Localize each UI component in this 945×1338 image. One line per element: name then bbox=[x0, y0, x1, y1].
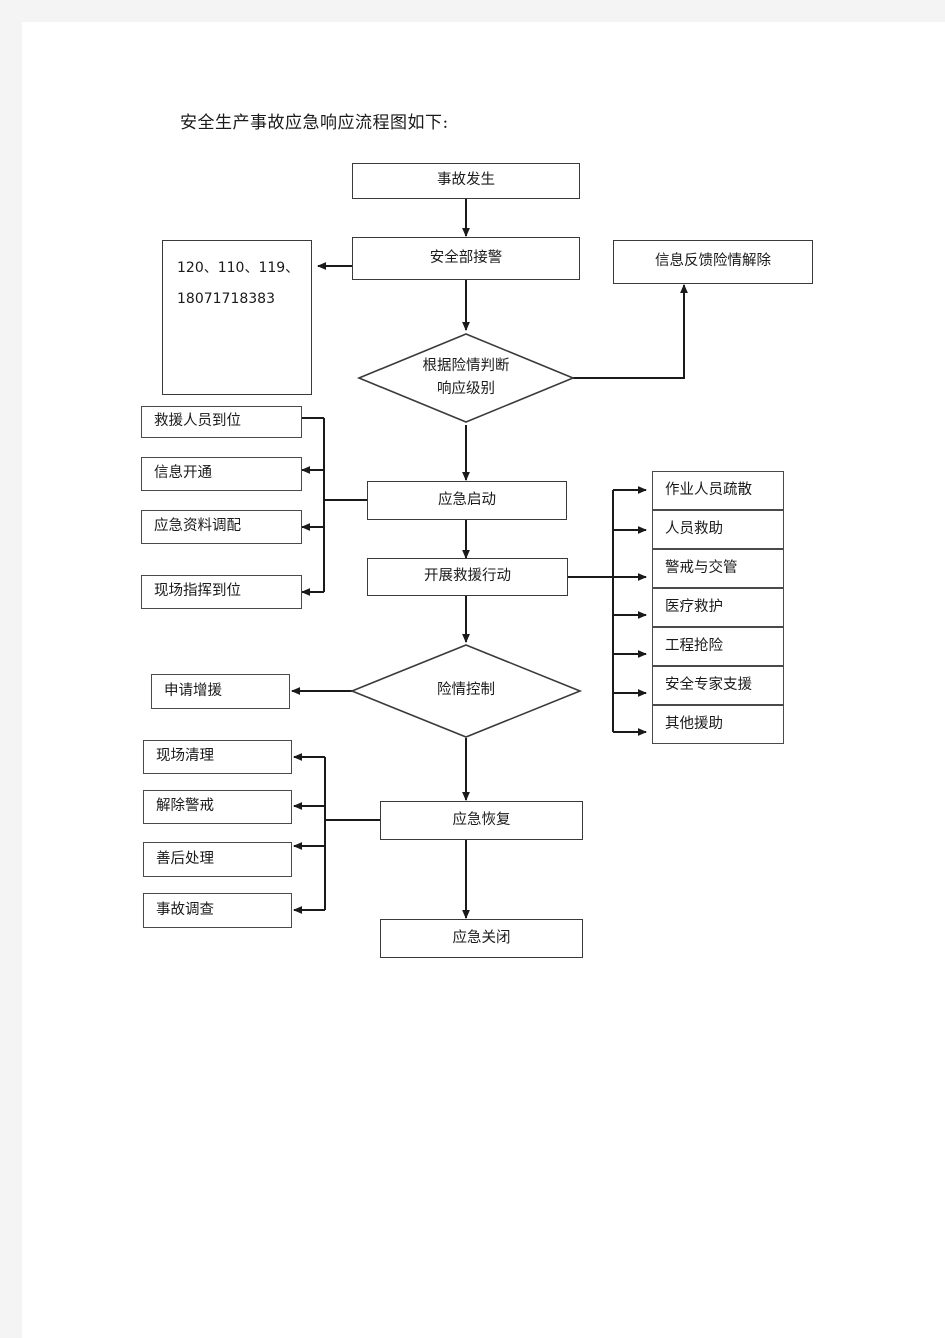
node-emergency-start[interactable]: 应急启动 bbox=[367, 481, 567, 520]
node-rescue-action[interactable]: 开展救援行动 bbox=[367, 558, 568, 596]
start-group-item-1[interactable]: 信息开通 bbox=[141, 457, 302, 491]
rescue-group-item-1[interactable]: 人员救助 bbox=[652, 510, 784, 549]
page-canvas: 安全生产事故应急响应流程图如下: 事故发生 安全部接警 120、110、119、… bbox=[0, 0, 945, 1338]
start-group-item-2[interactable]: 应急资料调配 bbox=[141, 510, 302, 544]
recovery-group-item-1[interactable]: 解除警戒 bbox=[143, 790, 292, 824]
node-info-feedback[interactable]: 信息反馈险情解除 bbox=[613, 240, 813, 284]
edge-judge-to-feedback bbox=[573, 284, 688, 379]
page-title: 安全生产事故应急响应流程图如下: bbox=[180, 113, 449, 133]
rescue-group-item-5[interactable]: 安全专家支援 bbox=[652, 666, 784, 705]
node-safety-dept-receives[interactable]: 安全部接警 bbox=[352, 237, 580, 280]
danger-controlled-label: 险情控制 bbox=[437, 682, 495, 699]
node-emergency-close[interactable]: 应急关闭 bbox=[380, 919, 583, 958]
node-accident-occurs[interactable]: 事故发生 bbox=[352, 163, 580, 199]
edge-start-trunk-up bbox=[323, 418, 367, 501]
connector-layer bbox=[291, 198, 688, 919]
recovery-group-item-2[interactable]: 善后处理 bbox=[143, 842, 292, 877]
start-group-item-3[interactable]: 现场指挥到位 bbox=[141, 575, 302, 609]
start-group-item-0[interactable]: 救援人员到位 bbox=[141, 406, 302, 438]
rescue-group-item-0[interactable]: 作业人员疏散 bbox=[652, 471, 784, 510]
rescue-group-item-2[interactable]: 警戒与交管 bbox=[652, 549, 784, 588]
judge-level-label: 根据险情判断 响应级别 bbox=[422, 357, 510, 397]
recovery-group-item-3[interactable]: 事故调查 bbox=[143, 893, 292, 928]
rescue-group-item-4[interactable]: 工程抢险 bbox=[652, 627, 784, 666]
recovery-group-item-0[interactable]: 现场清理 bbox=[143, 740, 292, 774]
rescue-group-item-3[interactable]: 医疗救护 bbox=[652, 588, 784, 627]
node-request-support[interactable]: 申请增援 bbox=[151, 674, 290, 709]
node-emergency-numbers[interactable]: 120、110、119、 18071718383 bbox=[162, 240, 312, 395]
rescue-group-item-6[interactable]: 其他援助 bbox=[652, 705, 784, 744]
node-emergency-recovery[interactable]: 应急恢复 bbox=[380, 801, 583, 840]
